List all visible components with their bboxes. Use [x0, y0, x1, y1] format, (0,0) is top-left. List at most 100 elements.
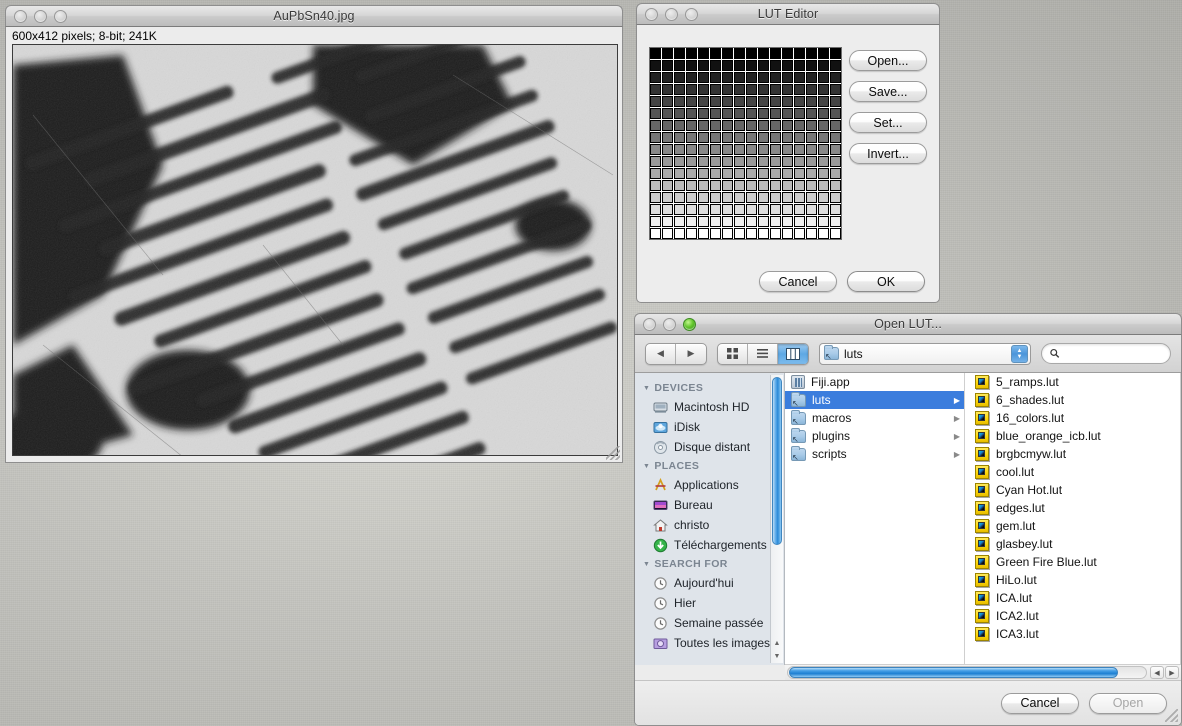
lut-cell[interactable] — [734, 180, 745, 191]
view-mode-buttons[interactable] — [717, 342, 809, 365]
lut-cell[interactable] — [758, 96, 769, 107]
sidebar-item-toutes-les-images[interactable]: Toutes les images — [635, 633, 784, 653]
lut-cell[interactable] — [770, 144, 781, 155]
lut-cell[interactable] — [674, 96, 685, 107]
lut-set-button[interactable]: Set... — [849, 112, 927, 133]
lut-cell[interactable] — [746, 72, 757, 83]
lut-cell[interactable] — [698, 84, 709, 95]
lut-cell[interactable] — [806, 132, 817, 143]
lut-cell[interactable] — [746, 156, 757, 167]
lut-color-grid[interactable] — [649, 47, 842, 240]
image-canvas[interactable] — [12, 44, 618, 456]
lut-file-row[interactable]: 5_ramps.lut — [965, 373, 1180, 391]
lut-cell[interactable] — [734, 204, 745, 215]
lut-cell[interactable] — [662, 180, 673, 191]
lut-cell[interactable] — [782, 180, 793, 191]
lut-cell[interactable] — [746, 120, 757, 131]
lut-cell[interactable] — [758, 84, 769, 95]
lut-cell[interactable] — [770, 132, 781, 143]
lut-cell[interactable] — [674, 108, 685, 119]
lut-cell[interactable] — [710, 48, 721, 59]
lut-cell[interactable] — [674, 156, 685, 167]
lut-cell[interactable] — [722, 156, 733, 167]
lut-cell[interactable] — [746, 180, 757, 191]
lut-cell[interactable] — [722, 96, 733, 107]
lut-cell[interactable] — [794, 216, 805, 227]
lut-cell[interactable] — [830, 228, 841, 239]
lut-cell[interactable] — [782, 228, 793, 239]
lut-cell[interactable] — [662, 192, 673, 203]
sidebar-item-applications[interactable]: Applications — [635, 475, 784, 495]
lut-cell[interactable] — [650, 228, 661, 239]
sidebar-item-aujourd-hui[interactable]: Aujourd'hui — [635, 573, 784, 593]
zoom-button-icon[interactable] — [683, 318, 696, 331]
lut-cell[interactable] — [734, 132, 745, 143]
lut-cell[interactable] — [794, 156, 805, 167]
lut-cell[interactable] — [758, 180, 769, 191]
open-lut-dialog[interactable]: Open LUT... ◀ ▶ ↗ luts ▲ ▼ ▼ DEVICES Mac… — [634, 313, 1182, 726]
lut-cell[interactable] — [758, 108, 769, 119]
lut-cell[interactable] — [746, 204, 757, 215]
open-lut-traffic-lights[interactable] — [643, 318, 696, 331]
disclosure-triangle-icon[interactable]: ▼ — [643, 463, 650, 470]
lut-cell[interactable] — [698, 120, 709, 131]
lut-cell[interactable] — [734, 60, 745, 71]
lut-editor-titlebar[interactable]: LUT Editor — [636, 3, 940, 25]
lut-cell[interactable] — [686, 84, 697, 95]
lut-file-row[interactable]: 16_colors.lut — [965, 409, 1180, 427]
lut-cell[interactable] — [722, 180, 733, 191]
lut-cell[interactable] — [806, 48, 817, 59]
lut-cell[interactable] — [734, 48, 745, 59]
lut-file-row[interactable]: glasbey.lut — [965, 535, 1180, 553]
lut-cell[interactable] — [686, 60, 697, 71]
lut-cell[interactable] — [782, 60, 793, 71]
lut-cell[interactable] — [650, 108, 661, 119]
lut-cell[interactable] — [698, 228, 709, 239]
lut-cell[interactable] — [758, 120, 769, 131]
lut-cell[interactable] — [662, 168, 673, 179]
lut-cell[interactable] — [830, 96, 841, 107]
lut-cell[interactable] — [794, 84, 805, 95]
lut-cell[interactable] — [806, 192, 817, 203]
lut-cell[interactable] — [758, 48, 769, 59]
lut-cell[interactable] — [722, 60, 733, 71]
lut-file-row[interactable]: cool.lut — [965, 463, 1180, 481]
lut-cell[interactable] — [794, 108, 805, 119]
lut-cell[interactable] — [746, 192, 757, 203]
lut-cell[interactable] — [830, 132, 841, 143]
lut-file-row[interactable]: HiLo.lut — [965, 571, 1180, 589]
disclosure-triangle-icon[interactable]: ▼ — [643, 561, 650, 568]
sidebar-item-t-l-chargements[interactable]: Téléchargements — [635, 535, 784, 555]
lut-cell[interactable] — [818, 168, 829, 179]
lut-cell[interactable] — [722, 192, 733, 203]
lut-cell[interactable] — [830, 84, 841, 95]
lut-cell[interactable] — [686, 120, 697, 131]
lut-cell[interactable] — [698, 132, 709, 143]
lut-cell[interactable] — [770, 72, 781, 83]
lut-invert-button[interactable]: Invert... — [849, 143, 927, 164]
lut-cell[interactable] — [710, 144, 721, 155]
lut-cell[interactable] — [710, 84, 721, 95]
lut-file-row[interactable]: ICA.lut — [965, 589, 1180, 607]
lut-file-row[interactable]: 6_shades.lut — [965, 391, 1180, 409]
lut-cell[interactable] — [710, 180, 721, 191]
lut-cell[interactable] — [710, 216, 721, 227]
sidebar-item-idisk[interactable]: iDisk — [635, 417, 784, 437]
sidebar-item-disque-distant[interactable]: Disque distant — [635, 437, 784, 457]
minimize-button-icon[interactable] — [665, 8, 678, 21]
forward-button[interactable]: ▶ — [676, 344, 706, 364]
sidebar-scrollbar-thumb[interactable] — [772, 377, 782, 545]
lut-cell[interactable] — [806, 168, 817, 179]
horizontal-scroll-thumb[interactable] — [789, 667, 1119, 678]
lut-file-row[interactable]: ICA2.lut — [965, 607, 1180, 625]
lut-cell[interactable] — [770, 60, 781, 71]
lut-cell[interactable] — [818, 180, 829, 191]
lut-cell[interactable] — [746, 168, 757, 179]
lut-cell[interactable] — [794, 192, 805, 203]
scroll-left-icon[interactable]: ◀ — [1150, 666, 1164, 679]
zoom-button-icon[interactable] — [54, 10, 67, 23]
lut-cell[interactable] — [722, 216, 733, 227]
lut-cell[interactable] — [806, 216, 817, 227]
lut-cell[interactable] — [734, 216, 745, 227]
lut-cell[interactable] — [818, 72, 829, 83]
